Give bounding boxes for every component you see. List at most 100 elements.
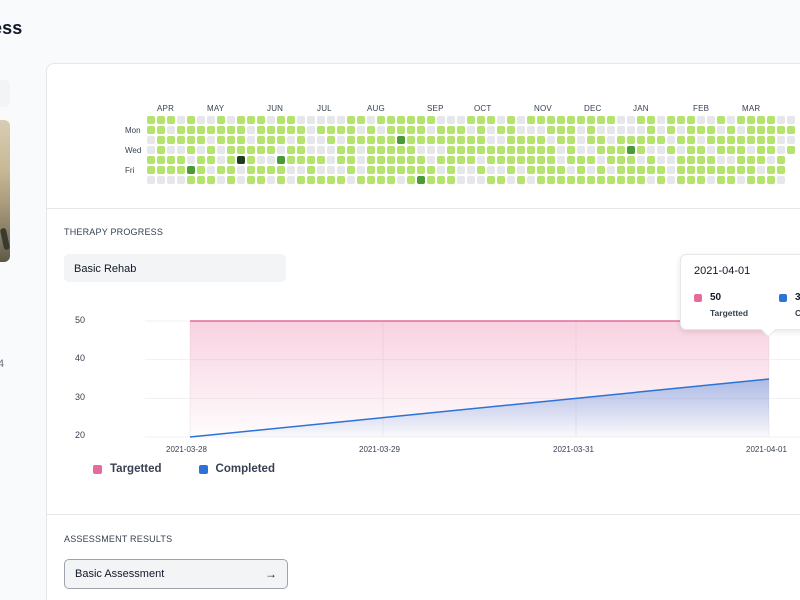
heatmap-cell[interactable] xyxy=(617,136,625,144)
heatmap-cell[interactable] xyxy=(677,136,685,144)
heatmap-cell[interactable] xyxy=(657,176,665,184)
heatmap-cell[interactable] xyxy=(277,176,285,184)
heatmap-cell[interactable] xyxy=(407,176,415,184)
heatmap-cell[interactable] xyxy=(217,116,225,124)
heatmap-cell[interactable] xyxy=(657,146,665,154)
heatmap-cell[interactable] xyxy=(377,166,385,174)
heatmap-cell[interactable] xyxy=(617,116,625,124)
heatmap-cell[interactable] xyxy=(607,126,615,134)
heatmap-cell[interactable] xyxy=(637,156,645,164)
heatmap-cell[interactable] xyxy=(657,166,665,174)
heatmap-cell[interactable] xyxy=(367,146,375,154)
heatmap-cell[interactable] xyxy=(757,126,765,134)
heatmap-cell[interactable] xyxy=(547,146,555,154)
heatmap-cell[interactable] xyxy=(237,136,245,144)
heatmap-cell[interactable] xyxy=(707,126,715,134)
heatmap-cell[interactable] xyxy=(417,166,425,174)
heatmap-cell[interactable] xyxy=(697,146,705,154)
heatmap-cell[interactable] xyxy=(297,156,305,164)
heatmap-cell[interactable] xyxy=(177,176,185,184)
heatmap-cell[interactable] xyxy=(337,146,345,154)
heatmap-cell[interactable] xyxy=(427,166,435,174)
legend-item-completed[interactable]: Completed xyxy=(198,463,275,475)
heatmap-cell[interactable] xyxy=(347,176,355,184)
heatmap-cell[interactable] xyxy=(437,126,445,134)
heatmap-cell[interactable] xyxy=(677,166,685,174)
heatmap-cell[interactable] xyxy=(217,146,225,154)
heatmap-cell[interactable] xyxy=(257,156,265,164)
heatmap-cell[interactable] xyxy=(607,136,615,144)
heatmap-cell[interactable] xyxy=(327,136,335,144)
heatmap-cell[interactable] xyxy=(267,146,275,154)
heatmap-cell[interactable] xyxy=(277,136,285,144)
heatmap-cell[interactable] xyxy=(197,116,205,124)
heatmap-cell[interactable] xyxy=(767,166,775,174)
heatmap-cell[interactable] xyxy=(147,166,155,174)
heatmap-cell[interactable] xyxy=(727,116,735,124)
heatmap-cell[interactable] xyxy=(317,116,325,124)
heatmap-cell[interactable] xyxy=(597,176,605,184)
heatmap-cell[interactable] xyxy=(557,176,565,184)
heatmap-cell[interactable] xyxy=(607,116,615,124)
heatmap-cell[interactable] xyxy=(737,126,745,134)
heatmap-cell[interactable] xyxy=(387,126,395,134)
heatmap-cell[interactable] xyxy=(787,116,795,124)
heatmap-cell[interactable] xyxy=(157,166,165,174)
heatmap-cell[interactable] xyxy=(267,156,275,164)
heatmap-cell[interactable] xyxy=(247,136,255,144)
heatmap-cell[interactable] xyxy=(147,126,155,134)
heatmap-cell[interactable] xyxy=(187,156,195,164)
heatmap-cell[interactable] xyxy=(597,126,605,134)
heatmap-cell[interactable] xyxy=(357,166,365,174)
heatmap-cell[interactable] xyxy=(377,126,385,134)
heatmap-cell[interactable] xyxy=(207,146,215,154)
heatmap-cell[interactable] xyxy=(767,136,775,144)
heatmap-cell[interactable] xyxy=(437,166,445,174)
heatmap-cell[interactable] xyxy=(497,126,505,134)
heatmap-cell[interactable] xyxy=(497,166,505,174)
heatmap-cell[interactable] xyxy=(247,166,255,174)
heatmap-cell[interactable] xyxy=(717,156,725,164)
heatmap-cell[interactable] xyxy=(397,116,405,124)
heatmap-cell[interactable] xyxy=(427,156,435,164)
heatmap-cell[interactable] xyxy=(197,136,205,144)
heatmap-cell[interactable] xyxy=(317,156,325,164)
heatmap-cell[interactable] xyxy=(487,126,495,134)
heatmap-cell[interactable] xyxy=(757,176,765,184)
heatmap-cell[interactable] xyxy=(637,136,645,144)
heatmap-cell[interactable] xyxy=(627,126,635,134)
heatmap-cell[interactable] xyxy=(367,176,375,184)
heatmap-cell[interactable] xyxy=(617,126,625,134)
heatmap-cell[interactable] xyxy=(267,176,275,184)
heatmap-cell[interactable] xyxy=(487,166,495,174)
heatmap-cell[interactable] xyxy=(187,126,195,134)
heatmap-cell[interactable] xyxy=(567,176,575,184)
heatmap-cell[interactable] xyxy=(547,116,555,124)
heatmap-cell[interactable] xyxy=(467,176,475,184)
heatmap-cell[interactable] xyxy=(677,126,685,134)
heatmap-cell[interactable] xyxy=(277,156,285,164)
heatmap-cell[interactable] xyxy=(657,156,665,164)
heatmap-cell[interactable] xyxy=(777,166,785,174)
heatmap-cell[interactable] xyxy=(637,166,645,174)
heatmap-cell[interactable] xyxy=(477,146,485,154)
heatmap-cell[interactable] xyxy=(687,136,695,144)
heatmap-cell[interactable] xyxy=(527,116,535,124)
heatmap-cell[interactable] xyxy=(677,146,685,154)
heatmap-cell[interactable] xyxy=(237,126,245,134)
heatmap-cell[interactable] xyxy=(357,176,365,184)
heatmap-cell[interactable] xyxy=(687,176,695,184)
heatmap-cell[interactable] xyxy=(197,156,205,164)
heatmap-cell[interactable] xyxy=(367,126,375,134)
heatmap-cell[interactable] xyxy=(557,116,565,124)
heatmap-cell[interactable] xyxy=(667,116,675,124)
heatmap-cell[interactable] xyxy=(677,176,685,184)
heatmap-cell[interactable] xyxy=(197,146,205,154)
heatmap-cell[interactable] xyxy=(727,156,735,164)
heatmap-cell[interactable] xyxy=(327,146,335,154)
heatmap-cell[interactable] xyxy=(177,126,185,134)
heatmap-cell[interactable] xyxy=(567,136,575,144)
heatmap-cell[interactable] xyxy=(627,136,635,144)
heatmap-cell[interactable] xyxy=(367,166,375,174)
heatmap-cell[interactable] xyxy=(627,146,635,154)
